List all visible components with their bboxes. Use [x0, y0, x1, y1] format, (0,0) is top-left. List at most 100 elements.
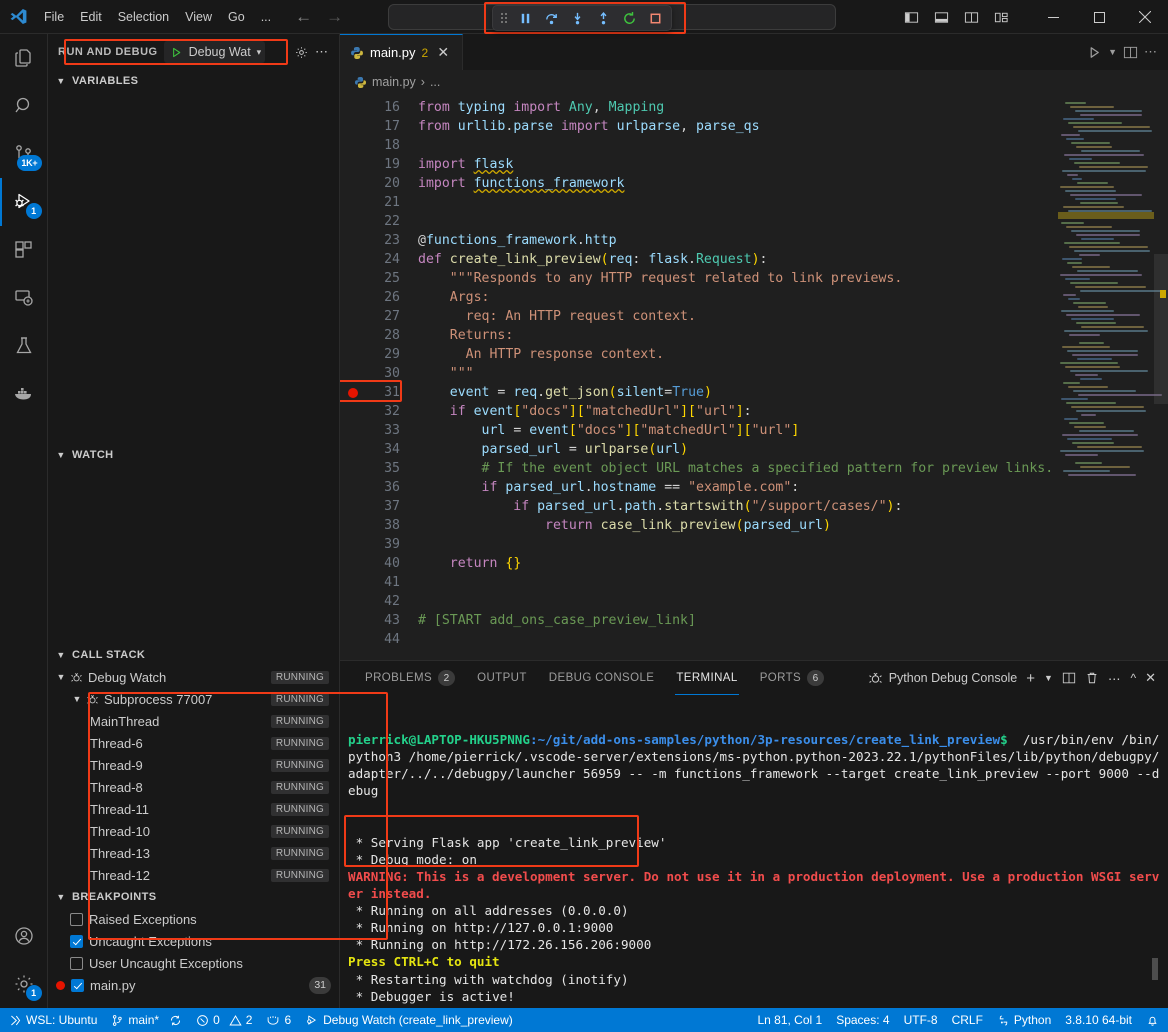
chevron-down-icon[interactable]: ▼	[70, 694, 84, 704]
run-python-file-icon[interactable]	[1087, 45, 1102, 60]
status-branch[interactable]: main*	[104, 1008, 189, 1032]
code-line[interactable]: 21	[340, 193, 1056, 212]
kill-terminal-icon[interactable]	[1085, 671, 1099, 685]
step-out-icon[interactable]	[591, 7, 615, 29]
code-line[interactable]: 28 Returns:	[340, 326, 1056, 345]
code-line[interactable]: 40 return {}	[340, 554, 1056, 573]
debug-toolbar[interactable]	[492, 5, 672, 31]
toggle-primary-sidebar-icon[interactable]	[898, 4, 924, 30]
activitybar-item-extensions[interactable]	[0, 226, 48, 274]
code-line[interactable]: 19import flask	[340, 155, 1056, 174]
sync-icon[interactable]	[169, 1014, 182, 1027]
drag-handle-icon[interactable]	[497, 7, 511, 29]
callstack-row[interactable]: ▼Subprocess 77007RUNNING	[48, 688, 339, 710]
step-into-icon[interactable]	[565, 7, 589, 29]
go-forward-icon[interactable]: →	[326, 8, 343, 25]
go-back-icon[interactable]: ←	[295, 8, 312, 25]
menu-selection[interactable]: Selection	[110, 7, 177, 27]
activitybar-item-manage[interactable]: 1	[0, 960, 48, 1008]
breakpoint-row[interactable]: main.py31	[48, 974, 339, 996]
split-editor-icon[interactable]	[1123, 45, 1138, 60]
status-python-interpreter[interactable]: 3.8.10 64-bit	[1058, 1008, 1139, 1032]
breakpoint-row[interactable]: User Uncaught Exceptions	[48, 952, 339, 974]
menu-bar[interactable]: File Edit Selection View Go ...	[36, 7, 279, 27]
activitybar-item-source-control[interactable]: 1K+	[0, 130, 48, 178]
callstack-row[interactable]: Thread-8RUNNING	[48, 776, 339, 798]
breakpoint-checkbox[interactable]	[70, 957, 83, 970]
variables-tree[interactable]	[48, 92, 339, 444]
callstack-row[interactable]: Thread-6RUNNING	[48, 732, 339, 754]
status-problems[interactable]: 0 2	[189, 1008, 259, 1032]
breadcrumb-symbol[interactable]: ...	[430, 75, 440, 89]
callstack-row[interactable]: Thread-13RUNNING	[48, 842, 339, 864]
code-line[interactable]: 22	[340, 212, 1056, 231]
active-terminal-name[interactable]: Python Debug Console	[868, 671, 1018, 686]
code-line[interactable]: 43# [START add_ons_case_preview_link]	[340, 611, 1056, 630]
code-line[interactable]: 41	[340, 573, 1056, 592]
code-line[interactable]: 36 if parsed_url.hostname == "example.co…	[340, 478, 1056, 497]
callstack-list[interactable]: ▼Debug WatchRUNNING▼Subprocess 77007RUNN…	[48, 666, 339, 886]
pause-icon[interactable]	[513, 7, 537, 29]
activitybar-item-explorer[interactable]	[0, 34, 48, 82]
maximize-button[interactable]	[1076, 0, 1122, 34]
status-language-mode[interactable]: Python	[990, 1008, 1058, 1032]
code-line[interactable]: 32 if event["docs"]["matchedUrl"]["url"]…	[340, 402, 1056, 421]
toggle-panel-icon[interactable]	[928, 4, 954, 30]
activitybar-item-run-and-debug[interactable]: 1	[0, 178, 48, 226]
status-editor-position[interactable]: Ln 81, Col 1	[750, 1008, 829, 1032]
chevron-down-icon[interactable]: ▼	[1108, 47, 1117, 57]
code-line[interactable]: 33 url = event["docs"]["matchedUrl"]["ur…	[340, 421, 1056, 440]
code-line[interactable]: 26 Args:	[340, 288, 1056, 307]
callstack-row[interactable]: Thread-12RUNNING	[48, 864, 339, 886]
callstack-row[interactable]: Thread-10RUNNING	[48, 820, 339, 842]
status-remote-indicator[interactable]: WSL: Ubuntu	[2, 1008, 104, 1032]
code-line[interactable]: 29 An HTTP response context.	[340, 345, 1056, 364]
callstack-row[interactable]: Thread-9RUNNING	[48, 754, 339, 776]
minimap[interactable]	[1056, 94, 1168, 660]
code-line[interactable]: 39	[340, 535, 1056, 554]
chevron-down-icon[interactable]: ▼	[1044, 673, 1053, 683]
breakpoint-row[interactable]: Raised Exceptions	[48, 908, 339, 930]
minimize-button[interactable]	[1030, 0, 1076, 34]
breadcrumb[interactable]: main.py › ...	[340, 70, 1168, 94]
breakpoint-gutter[interactable]	[340, 388, 366, 398]
code-editor[interactable]: 16from typing import Any, Mapping17from …	[340, 94, 1168, 660]
tab-problems[interactable]: PROBLEMS 2	[354, 661, 466, 695]
callstack-row[interactable]: MainThreadRUNNING	[48, 710, 339, 732]
code-line[interactable]: 17from urllib.parse import urlparse, par…	[340, 117, 1056, 136]
breakpoints-list[interactable]: Raised ExceptionsUncaught ExceptionsUser…	[48, 908, 339, 996]
restart-icon[interactable]	[617, 7, 641, 29]
section-header-callstack[interactable]: ▼ CALL STACK	[48, 644, 339, 666]
status-ports[interactable]: 6	[259, 1008, 298, 1032]
debug-launch-config-dropdown[interactable]: Debug Wat ▾	[164, 41, 266, 63]
tab-ports[interactable]: PORTS 6	[749, 661, 835, 695]
breakpoint-checkbox[interactable]	[70, 935, 83, 948]
menu-edit[interactable]: Edit	[72, 7, 110, 27]
more-actions-icon[interactable]: ⋯	[1144, 44, 1158, 60]
step-over-icon[interactable]	[539, 7, 563, 29]
close-icon[interactable]: ✕	[434, 44, 452, 61]
code-line[interactable]: 42	[340, 592, 1056, 611]
breakpoint-row[interactable]: Uncaught Exceptions	[48, 930, 339, 952]
section-header-variables[interactable]: ▼ VARIABLES	[48, 70, 339, 92]
close-window-button[interactable]	[1122, 0, 1168, 34]
code-line[interactable]: 20import functions_framework	[340, 174, 1056, 193]
new-terminal-icon[interactable]: +	[1026, 670, 1035, 687]
watch-list[interactable]	[48, 466, 339, 644]
terminal-scrollbar[interactable]	[1152, 958, 1158, 980]
more-actions-icon[interactable]: ⋯	[315, 44, 329, 60]
stop-icon[interactable]	[643, 7, 667, 29]
code-line[interactable]: 25 """Responds to any HTTP request relat…	[340, 269, 1056, 288]
section-header-breakpoints[interactable]: ▼ BREAKPOINTS	[48, 886, 339, 908]
customize-layout-icon[interactable]	[988, 4, 1014, 30]
breakpoint-checkbox[interactable]	[70, 913, 83, 926]
code-content[interactable]: 16from typing import Any, Mapping17from …	[340, 94, 1056, 649]
chevron-down-icon[interactable]: ▼	[54, 672, 68, 682]
status-encoding[interactable]: UTF-8	[897, 1008, 945, 1032]
activitybar-item-accounts[interactable]	[0, 912, 48, 960]
code-line[interactable]: 37 if parsed_url.path.startswith("/suppo…	[340, 497, 1056, 516]
code-line[interactable]: 35 # If the event object URL matches a s…	[340, 459, 1056, 478]
maximize-panel-icon[interactable]: ^	[1130, 671, 1136, 685]
activitybar-item-search[interactable]	[0, 82, 48, 130]
navigation-arrows[interactable]: ← →	[295, 8, 343, 25]
